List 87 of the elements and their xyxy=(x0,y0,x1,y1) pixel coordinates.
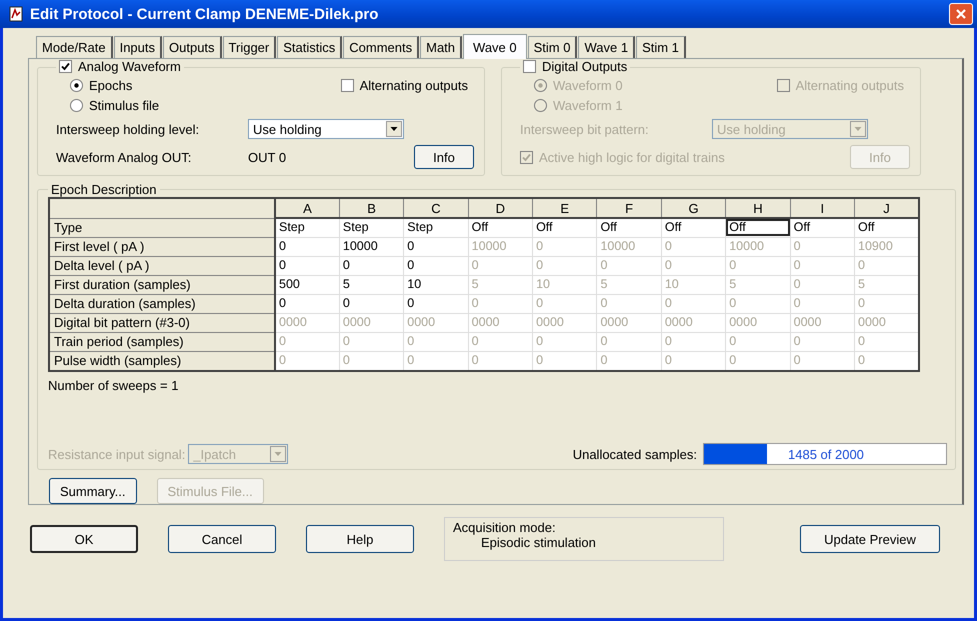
output-value: OUT 0 xyxy=(248,150,288,164)
radio-label: Epochs xyxy=(89,78,132,93)
row-header: Type xyxy=(49,218,275,237)
column-header: F xyxy=(596,198,662,218)
column-header: I xyxy=(790,198,855,218)
dropdown[interactable]: Use holding xyxy=(248,119,404,139)
checkbox-label: Alternating outputs xyxy=(360,78,468,93)
table-cell[interactable]: 10 xyxy=(404,275,468,294)
table-cell[interactable]: 500 xyxy=(275,275,340,294)
field-label: Intersweep holding level: xyxy=(56,122,200,136)
table-cell[interactable]: 0 xyxy=(339,294,404,313)
dropdown[interactable]: Use holding xyxy=(712,119,868,139)
table-cell[interactable]: 0 xyxy=(275,237,340,256)
table-cell[interactable]: 5 xyxy=(339,275,404,294)
row-header: First duration (samples) xyxy=(49,275,275,294)
close-icon xyxy=(955,8,967,20)
checkbox-label: Analog Waveform xyxy=(78,59,181,74)
column-header: D xyxy=(468,198,533,218)
field-label: Unallocated samples: xyxy=(572,446,697,462)
column-header: J xyxy=(854,198,919,218)
table-cell[interactable]: 0 xyxy=(339,256,404,275)
tab[interactable]: Math xyxy=(420,36,462,58)
column-header: B xyxy=(339,198,404,218)
dialog-button[interactable]: OK xyxy=(30,525,138,553)
column-header: H xyxy=(726,198,790,218)
table-cell[interactable]: Step xyxy=(339,218,404,237)
table-cell[interactable]: 10000 xyxy=(339,237,404,256)
radio-label: Stimulus file xyxy=(89,98,160,113)
tab[interactable]: Wave 0 xyxy=(463,34,527,59)
status-label: Acquisition mode: xyxy=(453,520,557,535)
group-title: Epoch Description xyxy=(51,182,156,197)
column-header: E xyxy=(532,198,597,218)
row-header: Digital bit pattern (#3-0) xyxy=(49,313,275,332)
column-header: C xyxy=(404,198,468,218)
checkbox[interactable] xyxy=(59,60,72,73)
update-preview-button[interactable]: Update Preview xyxy=(800,525,940,553)
radio-label: Waveform 1 xyxy=(553,98,623,113)
tab[interactable]: Outputs xyxy=(163,36,222,58)
row-header: Delta level ( pA ) xyxy=(49,256,275,275)
table-cell[interactable]: Off xyxy=(726,218,790,237)
close-button[interactable] xyxy=(949,3,973,25)
field-label: Intersweep bit pattern: xyxy=(520,122,650,136)
dialog-button[interactable]: Summary... xyxy=(49,478,136,504)
field-label: Waveform Analog OUT: xyxy=(56,150,192,164)
table-cell[interactable]: Step xyxy=(275,218,340,237)
column-header: G xyxy=(661,198,726,218)
table-cell[interactable]: Off xyxy=(661,218,726,237)
table-cell[interactable]: 0 xyxy=(404,237,468,256)
tab[interactable]: Mode/Rate xyxy=(36,36,113,58)
window-title: Edit Protocol - Current Clamp DENEME-Dilek.pro xyxy=(30,6,380,22)
radio-button[interactable] xyxy=(70,99,83,112)
dialog-button[interactable]: Cancel xyxy=(168,525,276,553)
radio-button[interactable] xyxy=(70,79,83,92)
tab[interactable]: Comments xyxy=(343,36,420,58)
table-cell[interactable]: 0 xyxy=(275,256,340,275)
checkbox-label: Active high logic for digital trains xyxy=(539,150,725,164)
column-header: A xyxy=(275,198,340,218)
radio-label: Waveform 0 xyxy=(553,78,623,93)
tab[interactable]: Stim 0 xyxy=(528,36,578,58)
table-cell[interactable]: Off xyxy=(790,218,855,237)
table-cell[interactable]: Step xyxy=(404,218,468,237)
field-label: Resistance input signal: xyxy=(48,446,186,462)
table-cell[interactable]: 0 xyxy=(404,294,468,313)
checkbox-label: Alternating outputs xyxy=(796,78,904,93)
table-cell[interactable]: 0 xyxy=(404,256,468,275)
row-header: Delta duration (samples) xyxy=(49,294,275,313)
document-icon xyxy=(8,6,24,22)
tab[interactable]: Statistics xyxy=(277,36,342,58)
row-header: Train period (samples) xyxy=(49,332,275,351)
status-value: Episodic stimulation xyxy=(480,535,597,550)
table-cell[interactable]: Off xyxy=(532,218,597,237)
tab[interactable]: Trigger xyxy=(222,36,276,58)
tab[interactable]: Stim 1 xyxy=(636,36,686,58)
tab[interactable]: Wave 1 xyxy=(578,36,636,58)
progress-reading: 1485 of 2000 xyxy=(788,446,864,462)
info-button[interactable]: Info xyxy=(414,145,474,169)
checkbox[interactable] xyxy=(523,60,536,73)
sweeps-count: Number of sweeps = 1 xyxy=(48,378,180,395)
table-cell[interactable]: 0 xyxy=(275,294,340,313)
checkbox[interactable] xyxy=(340,79,354,92)
row-header: Pulse width (samples) xyxy=(49,351,275,370)
dialog-button[interactable]: Help xyxy=(306,525,414,553)
tab[interactable]: Inputs xyxy=(114,36,162,58)
table-cell[interactable]: Off xyxy=(596,218,662,237)
table-cell[interactable]: Off xyxy=(468,218,533,237)
checkbox-label: Digital Outputs xyxy=(542,59,628,74)
row-header: First level ( pA ) xyxy=(49,237,275,256)
